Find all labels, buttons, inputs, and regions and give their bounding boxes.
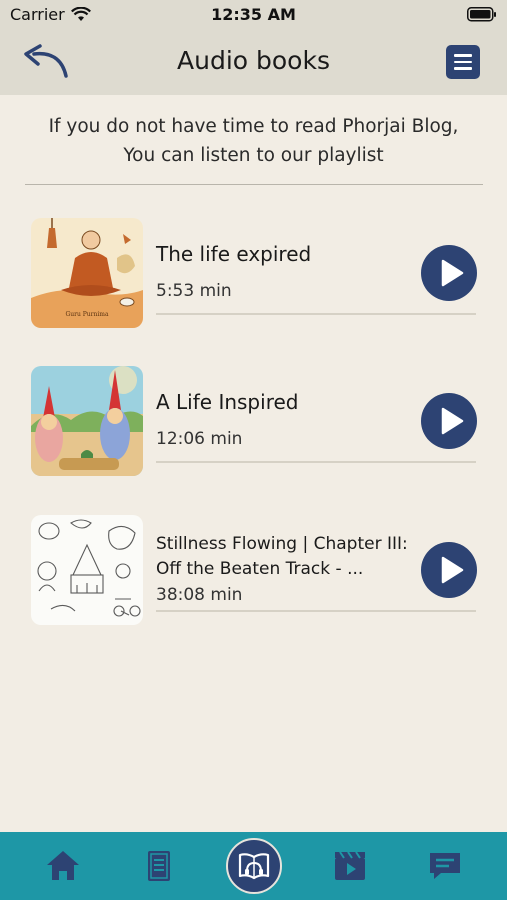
track-duration: 12:06 min (156, 429, 243, 449)
track-item[interactable]: Guru Purnima The life expired 5:53 min (0, 218, 507, 338)
play-button[interactable] (421, 542, 477, 598)
intro-line-1: If you do not have time to read Phorjai … (48, 116, 459, 137)
thumb-caption: Guru Purnima (65, 311, 109, 318)
battery-icon (467, 7, 496, 22)
track-title: The life expired (156, 242, 312, 266)
nav-chat[interactable] (415, 832, 475, 900)
page-title: Audio books (177, 46, 330, 75)
play-button[interactable] (421, 393, 477, 449)
track-title-line-2: Off the Beaten Track - ... (156, 559, 364, 579)
audiobook-icon (238, 853, 270, 880)
track-divider (156, 461, 476, 463)
status-time: 12:35 AM (211, 5, 296, 24)
nav-videos[interactable] (320, 832, 380, 900)
track-thumbnail: Guru Purnima (31, 218, 143, 328)
bottom-nav (0, 832, 507, 900)
play-icon (441, 407, 464, 435)
home-icon (47, 851, 79, 880)
track-divider (156, 313, 476, 315)
header: Audio books (0, 30, 507, 95)
track-item[interactable]: Stillness Flowing | Chapter III: Off the… (0, 515, 507, 635)
hamburger-menu-icon (454, 54, 472, 57)
play-button[interactable] (421, 245, 477, 301)
track-title: A Life Inspired (156, 390, 299, 414)
book-icon (148, 851, 170, 881)
video-icon (335, 851, 365, 880)
nav-audiobooks[interactable] (226, 838, 282, 894)
intro-line-2: You can listen to our playlist (123, 145, 384, 166)
track-duration: 38:08 min (156, 585, 243, 605)
track-thumbnail (31, 366, 143, 476)
track-item[interactable]: A Life Inspired 12:06 min (0, 366, 507, 486)
track-divider (156, 610, 476, 612)
track-duration: 5:53 min (156, 281, 232, 301)
menu-button[interactable] (446, 45, 480, 79)
track-thumbnail (31, 515, 143, 625)
play-icon (441, 556, 464, 584)
chat-icon (430, 853, 460, 879)
play-icon (441, 259, 464, 287)
track-title-line-1: Stillness Flowing | Chapter III: (156, 534, 408, 554)
divider (25, 184, 483, 185)
status-bar: Carrier 12:35 AM (0, 0, 507, 30)
nav-blog[interactable] (130, 832, 190, 900)
track-title: Stillness Flowing | Chapter III: Off the… (156, 532, 416, 582)
intro-text: If you do not have time to read Phorjai … (0, 112, 507, 170)
nav-home[interactable] (33, 832, 93, 900)
